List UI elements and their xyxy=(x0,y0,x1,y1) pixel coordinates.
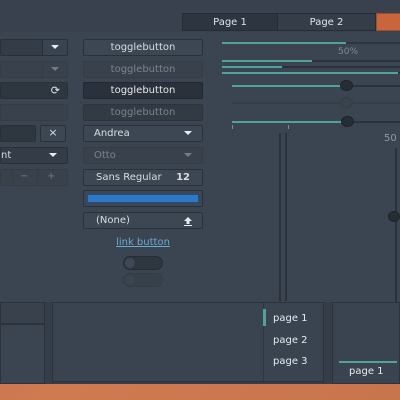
combo-dropdown-button xyxy=(42,62,67,77)
plus-icon: + xyxy=(47,171,56,182)
font-size-label: 12 xyxy=(176,172,190,183)
close-icon: × xyxy=(48,126,58,139)
chevron-down-icon xyxy=(49,153,57,157)
chevron-down-icon xyxy=(51,45,59,49)
divider xyxy=(12,170,13,185)
chevron-down-icon xyxy=(184,153,192,157)
tab-label: Page 2 xyxy=(309,17,344,28)
vertical-progress-fill xyxy=(279,133,281,213)
font-button[interactable]: Sans Regular 12 xyxy=(83,169,203,186)
upload-icon xyxy=(184,216,192,226)
minus-icon: − xyxy=(20,171,29,182)
combo-value: Otto xyxy=(94,150,116,161)
stack-sidebar-panel: page 1 page 2 page 3 xyxy=(52,302,324,382)
chevron-down-icon xyxy=(184,131,192,135)
toggle-button-1[interactable]: togglebutton xyxy=(83,39,203,56)
tab-underline xyxy=(339,361,397,363)
progress-fill xyxy=(222,66,282,68)
password-entry[interactable] xyxy=(0,125,36,142)
vertical-scale-fill xyxy=(395,148,397,212)
sidebar-selection-marker xyxy=(263,309,266,326)
scale-mark xyxy=(232,125,233,129)
toggle-button-2: togglebutton xyxy=(83,61,203,78)
tab-page-3[interactable] xyxy=(376,13,400,31)
button-label: togglebutton xyxy=(110,42,176,53)
scale-fill xyxy=(232,121,342,123)
file-chooser-label: (None) xyxy=(96,215,130,226)
scale-mark xyxy=(288,125,289,129)
bottom-notebook: page 1 xyxy=(332,302,400,384)
tab-page-2[interactable]: Page 2 xyxy=(278,13,376,31)
progress-label: 50% xyxy=(338,47,359,57)
sidebar-item-page-1[interactable]: page 1 xyxy=(273,313,308,324)
clear-button[interactable]: × xyxy=(40,125,66,142)
sidebar-item-page-2[interactable]: page 2 xyxy=(273,335,308,346)
combo-box-entry-disabled xyxy=(0,61,68,78)
treeview-header xyxy=(0,302,45,324)
color-swatch xyxy=(87,194,199,203)
progress-fill xyxy=(222,60,312,62)
scale-slider-2 xyxy=(340,97,353,108)
vertical-progress-fill xyxy=(285,213,287,301)
notebook-header: Page 1 Page 2 xyxy=(0,0,400,32)
bottom-pane: page 1 page 2 page 3 page 1 xyxy=(0,302,400,384)
spin-button-disabled: − + xyxy=(0,169,68,186)
scale-fill xyxy=(232,85,342,87)
switch-disabled xyxy=(123,273,163,287)
entry-disabled xyxy=(0,104,68,121)
link-button[interactable]: link button xyxy=(83,237,203,248)
tab-label: Page 1 xyxy=(213,17,247,28)
combo-box-entry[interactable] xyxy=(0,39,68,56)
combo-box-text[interactable]: nt xyxy=(0,147,68,164)
font-family-label: Sans Regular xyxy=(96,172,162,183)
vertical-scale-label: 50 xyxy=(384,133,397,144)
combo-dropdown-button[interactable] xyxy=(42,40,67,55)
color-button[interactable] xyxy=(83,190,203,207)
chevron-down-icon xyxy=(51,67,59,71)
search-entry[interactable]: ⟳ xyxy=(0,82,68,99)
tab-page-1-bottom[interactable]: page 1 xyxy=(349,366,384,377)
button-label: togglebutton xyxy=(110,64,176,75)
combo-value: Andrea xyxy=(94,128,130,139)
combo-box-andrea[interactable]: Andrea xyxy=(83,125,203,142)
progress-fill xyxy=(222,42,346,44)
switch-off[interactable] xyxy=(123,256,163,270)
vertical-scale-slider[interactable] xyxy=(388,211,400,222)
button-label: togglebutton xyxy=(110,107,176,118)
toggle-button-3[interactable]: togglebutton xyxy=(83,82,203,99)
sidebar-item-page-3[interactable]: page 3 xyxy=(273,356,308,367)
scale-slider-3[interactable] xyxy=(341,116,354,127)
toggle-button-4: togglebutton xyxy=(83,104,203,121)
scale-track-2 xyxy=(232,102,400,104)
combo-entry-text: nt xyxy=(1,150,12,161)
progress-fill xyxy=(222,72,398,74)
switch-knob xyxy=(125,258,135,268)
widget-factory-window: Page 1 Page 2 ⟳ × nt − + togglebutton to… xyxy=(0,0,400,384)
combo-box-otto: Otto xyxy=(83,147,203,164)
file-chooser-button[interactable]: (None) xyxy=(83,212,203,229)
switch-knob xyxy=(125,275,135,285)
scale-slider-1[interactable] xyxy=(340,80,353,91)
tab-page-1[interactable]: Page 1 xyxy=(182,13,278,31)
refresh-icon[interactable]: ⟳ xyxy=(51,84,60,97)
treeview-body xyxy=(0,324,45,384)
button-label: togglebutton xyxy=(110,85,176,96)
divider xyxy=(37,170,38,185)
